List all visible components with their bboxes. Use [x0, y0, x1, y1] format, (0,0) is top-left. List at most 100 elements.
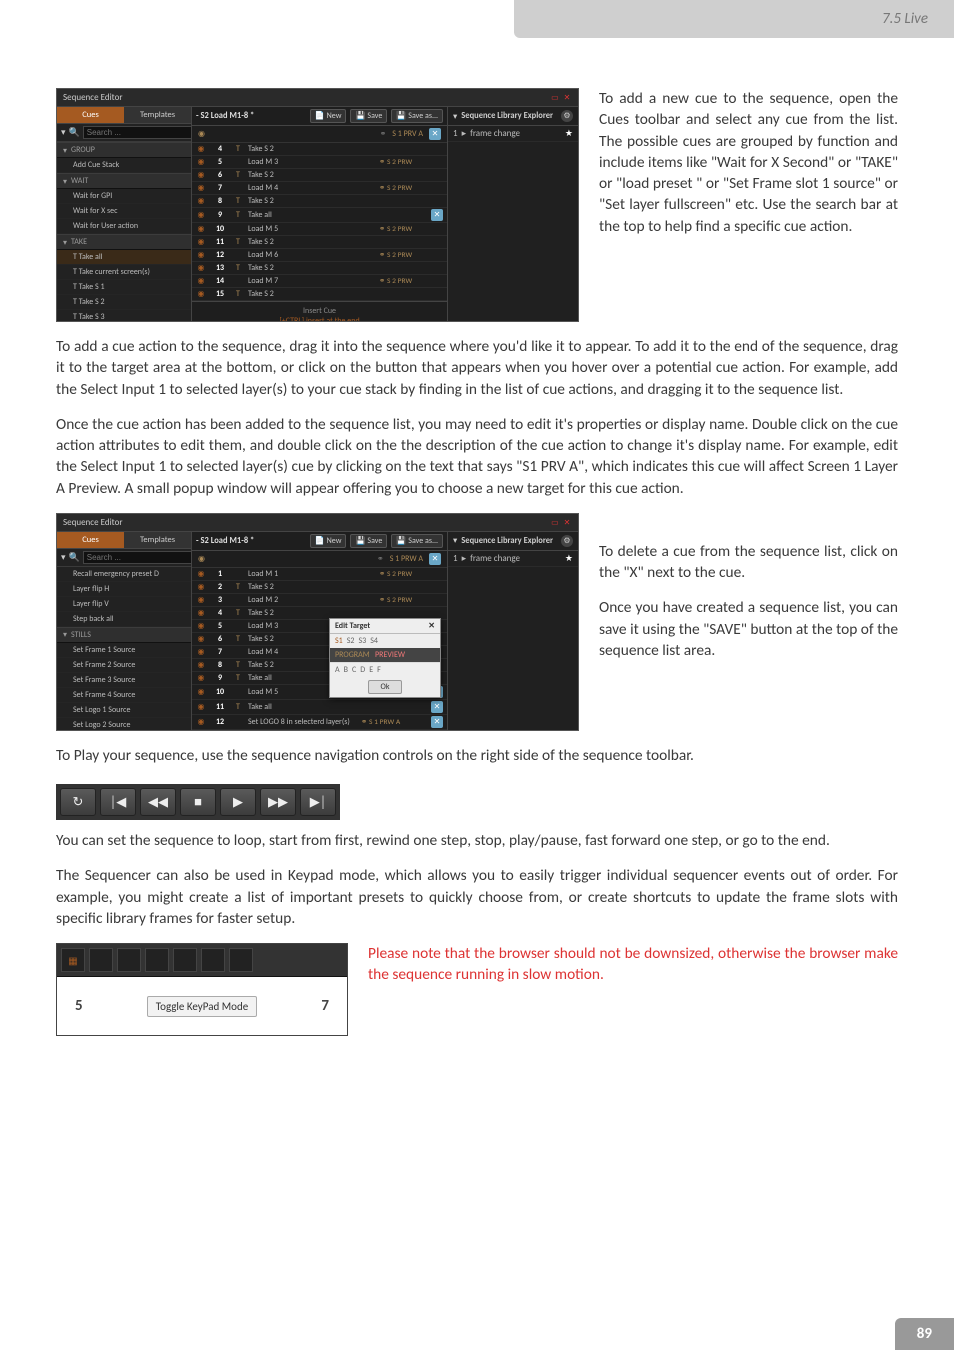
sequence-row[interactable]: ◉12Set LOGO 8 in selecterd layer(s)⚭ S 1…: [192, 715, 447, 730]
eye-icon[interactable]: ◉: [196, 210, 206, 220]
eye-icon[interactable]: ◉: [196, 595, 206, 605]
sequence-row[interactable]: ◉11TTake all✕: [192, 700, 447, 715]
delete-cue-button[interactable]: ✕: [429, 128, 441, 140]
keypad-slot[interactable]: [229, 948, 253, 972]
eye-icon[interactable]: ◉: [196, 237, 206, 247]
eye-icon[interactable]: ◉: [196, 196, 206, 206]
popup-program[interactable]: PROGRAM: [335, 650, 370, 660]
forward-button[interactable]: ▶▶: [260, 788, 296, 816]
popup-layer-option[interactable]: A: [335, 665, 340, 675]
cue-item[interactable]: T Take S 1: [57, 280, 191, 295]
toggle-keypad-button[interactable]: Toggle KeyPad Mode: [147, 996, 257, 1017]
collapse-icon[interactable]: ▾: [61, 127, 66, 138]
row-delete-button[interactable]: ✕: [431, 701, 443, 713]
sequence-row[interactable]: ◉6TTake S 2: [192, 169, 447, 182]
popup-screen-option[interactable]: S2: [347, 636, 355, 646]
popup-layer-option[interactable]: F: [377, 665, 381, 675]
save-button[interactable]: 💾 Save: [350, 534, 387, 548]
cue-item[interactable]: Layer flip V: [57, 597, 191, 612]
eye-icon[interactable]: ◉: [196, 673, 206, 683]
delete-cue-button[interactable]: ✕: [429, 553, 441, 565]
eye-icon[interactable]: ◉: [196, 157, 206, 167]
cue-item[interactable]: T Take current screen(s): [57, 265, 191, 280]
cue-item[interactable]: Recall emergency preset D: [57, 567, 191, 582]
popup-preview[interactable]: PREVIEW: [375, 650, 405, 660]
row-delete-button[interactable]: ✕: [431, 209, 443, 221]
sequence-row[interactable]: ◉7Load M 4⚭ S 2 PRW: [192, 182, 447, 195]
start-button[interactable]: │◀: [100, 788, 136, 816]
cue-item[interactable]: Set Frame 4 Source: [57, 688, 191, 703]
sequence-row[interactable]: ◉8TTake S 2: [192, 195, 447, 208]
popup-layer-option[interactable]: E: [369, 665, 373, 675]
eye-icon[interactable]: ◉: [196, 289, 206, 299]
star-icon[interactable]: ★: [565, 553, 573, 564]
eye-icon[interactable]: ◉: [196, 608, 206, 618]
cue-group-header[interactable]: ▾ GROUP: [57, 142, 191, 158]
sequence-row[interactable]: ◉2TTake S 2: [192, 581, 447, 594]
save-as-button[interactable]: 💾 Save as...: [391, 534, 443, 548]
keypad-slot[interactable]: [145, 948, 169, 972]
popup-screen-option[interactable]: S4: [370, 636, 378, 646]
cue-item[interactable]: Step back all: [57, 612, 191, 627]
rewind-button[interactable]: ◀◀: [140, 788, 176, 816]
sequence-row[interactable]: ◉4TTake S 2: [192, 143, 447, 156]
popup-close-icon[interactable]: ✕: [428, 621, 435, 631]
cue-item[interactable]: T Take S 3: [57, 310, 191, 321]
stop-button[interactable]: ■: [180, 788, 216, 816]
cue-item[interactable]: T Take all: [57, 250, 191, 265]
minimize-icon[interactable]: ▭: [550, 518, 560, 528]
row-delete-button[interactable]: ✕: [431, 716, 443, 728]
cue-item[interactable]: T Take S 2: [57, 295, 191, 310]
eye-icon[interactable]: ◉: [196, 276, 206, 286]
cue-group-header[interactable]: ▾ WAIT: [57, 173, 191, 189]
cue-item[interactable]: Add Cue Stack: [57, 158, 191, 173]
cue-item[interactable]: Set Frame 3 Source: [57, 673, 191, 688]
sequence-row[interactable]: ◉12Load M 6⚭ S 2 PRW: [192, 249, 447, 262]
save-as-button[interactable]: 💾 Save as...: [391, 109, 443, 123]
keypad-slot[interactable]: [201, 948, 225, 972]
cue-item[interactable]: Set Frame 2 Source: [57, 658, 191, 673]
eye-icon[interactable]: ◉: [196, 170, 206, 180]
eye-icon[interactable]: ◉: [196, 224, 206, 234]
tab-cues[interactable]: Cues: [57, 107, 124, 123]
keypad-slot[interactable]: [173, 948, 197, 972]
sequence-row[interactable]: ◉14Load M 7⚭ S 2 PRW: [192, 275, 447, 288]
save-button[interactable]: 💾 Save: [350, 109, 387, 123]
library-item[interactable]: 1 ▸ frame change ★: [448, 126, 578, 142]
close-icon[interactable]: ✕: [562, 518, 572, 528]
new-button[interactable]: 📄 New: [310, 109, 347, 123]
eye-icon[interactable]: ◉: [196, 687, 206, 697]
sequence-drop-area[interactable]: Insert Cue [+CTRL] insert at the end: [192, 301, 447, 321]
sequence-row[interactable]: ◉9TTake all✕: [192, 208, 447, 223]
cue-item[interactable]: Set Frame 1 Source: [57, 643, 191, 658]
popup-layer-option[interactable]: B: [344, 665, 348, 675]
eye-icon[interactable]: ◉: [196, 250, 206, 260]
eye-icon[interactable]: ◉: [196, 702, 206, 712]
sequence-row[interactable]: ◉13TTake S 2: [192, 262, 447, 275]
eye-icon[interactable]: ◉: [196, 621, 206, 631]
cue-group-header[interactable]: ▾ STILLS: [57, 627, 191, 643]
play-button[interactable]: ▶: [220, 788, 256, 816]
popup-screen-option[interactable]: S3: [358, 636, 366, 646]
sequence-row[interactable]: ◉1Load M 1⚭ S 2 PRW: [192, 568, 447, 581]
popup-layer-option[interactable]: C: [352, 665, 356, 675]
end-button[interactable]: ▶│: [300, 788, 336, 816]
keypad-slot[interactable]: [117, 948, 141, 972]
sequence-row[interactable]: ◉15TTake S 2: [192, 288, 447, 301]
cue-item[interactable]: Wait for GPI: [57, 189, 191, 204]
cue-group-header[interactable]: ▾ TAKE: [57, 234, 191, 250]
eye-icon[interactable]: ◉: [196, 569, 206, 579]
chevron-down-icon[interactable]: ▾: [453, 535, 457, 546]
chevron-down-icon[interactable]: ▾: [453, 111, 457, 122]
close-icon[interactable]: ✕: [562, 93, 572, 103]
tab-templates[interactable]: Templates: [124, 532, 191, 548]
minimize-icon[interactable]: ▭: [550, 93, 560, 103]
eye-icon[interactable]: ◉: [196, 183, 206, 193]
gear-icon[interactable]: ⚙: [561, 110, 573, 122]
gear-icon[interactable]: ⚙: [561, 535, 573, 547]
eye-icon[interactable]: ◉: [196, 660, 206, 670]
keypad-grid-icon[interactable]: ▦: [61, 948, 85, 972]
sequence-row[interactable]: ◉10Load M 5⚭ S 2 PRW: [192, 223, 447, 236]
tab-cues[interactable]: Cues: [57, 532, 124, 548]
cue-item[interactable]: Wait for X sec: [57, 204, 191, 219]
